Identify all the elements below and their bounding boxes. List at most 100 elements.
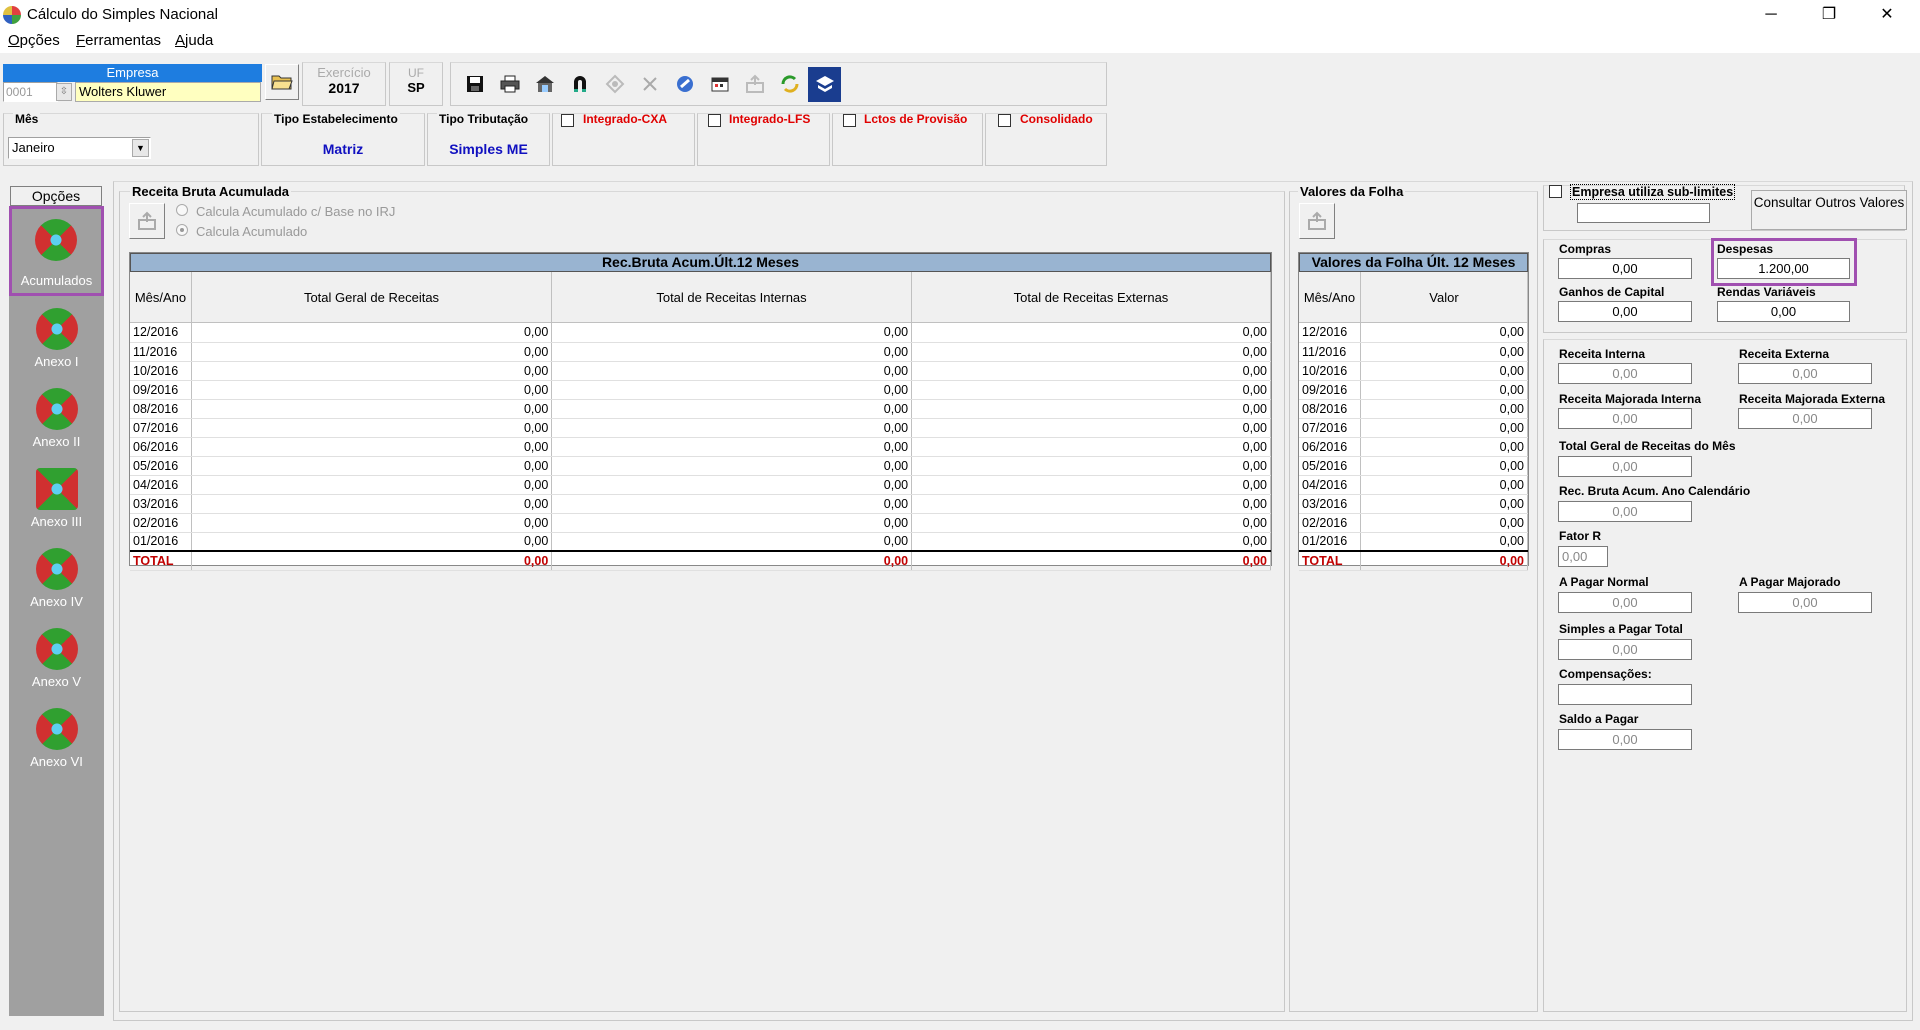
minimize-button[interactable]: ─ [1742,0,1800,29]
receita-export-button[interactable] [129,203,165,239]
print-button[interactable] [492,65,527,103]
folha-cell[interactable]: 12/2016 [1299,323,1362,343]
lock-button[interactable] [562,65,597,103]
receita-cell[interactable]: 0,00 [551,437,913,457]
empresa-name-field[interactable]: Wolters Kluwer [75,82,261,102]
sidebar-item-anexo-i[interactable]: Anexo I [9,300,104,378]
receita-cell[interactable]: 06/2016 [130,437,193,457]
receita-cell[interactable]: 01/2016 [130,532,193,552]
folha-cell[interactable]: 0,00 [1360,437,1528,457]
open-empresa-button[interactable] [265,64,299,100]
menu-opcoes[interactable]: Opções [8,32,60,49]
folha-cell[interactable]: 08/2016 [1299,399,1362,419]
rendas-variaveis-field[interactable]: 0,00 [1717,301,1850,322]
sidebar-item-anexo-vi[interactable]: Anexo VI [9,700,104,778]
receita-cell[interactable]: 10/2016 [130,361,193,381]
receita-cell[interactable]: 0,00 [551,323,913,343]
receita-cell[interactable]: 0,00 [191,532,553,552]
folha-export-button[interactable] [1299,203,1335,239]
receita-federal-button[interactable] [807,65,842,103]
folha-table-row[interactable]: 03/2016 0,00 [1299,494,1528,514]
folha-table-row[interactable]: 07/2016 0,00 [1299,418,1528,438]
folha-table-row[interactable]: 02/2016 0,00 [1299,513,1528,533]
folha-cell[interactable]: 0,00 [1360,361,1528,381]
receita-cell[interactable]: 0,00 [551,475,913,495]
receita-cell[interactable]: 07/2016 [130,418,193,438]
folha-table-row[interactable]: 09/2016 0,00 [1299,380,1528,400]
spinner-icon[interactable]: ⇳ [56,83,72,101]
receita-table-row[interactable]: 08/2016 0,00 0,00 0,00 [130,399,1271,419]
receita-majorada-externa-field[interactable]: 0,00 [1738,408,1872,429]
folha-cell[interactable]: 03/2016 [1299,494,1362,514]
folha-table-row[interactable]: 12/2016 0,00 [1299,323,1528,343]
folha-table-row[interactable]: 11/2016 0,00 [1299,342,1528,362]
consolidado-checkbox[interactable] [998,114,1011,127]
receita-cell[interactable]: 11/2016 [130,342,193,362]
sublimites-field[interactable] [1577,203,1710,223]
receita-cell[interactable]: 0,00 [191,323,553,343]
receita-cell[interactable]: 08/2016 [130,399,193,419]
receita-cell[interactable]: 0,00 [191,399,553,419]
receita-cell[interactable]: 0,00 [551,532,913,552]
receita-cell[interactable]: 0,00 [911,456,1271,476]
folha-cell[interactable]: 09/2016 [1299,380,1362,400]
receita-majorada-interna-field[interactable]: 0,00 [1558,408,1692,429]
receita-cell[interactable]: 0,00 [911,494,1271,514]
receita-table-row[interactable]: 02/2016 0,00 0,00 0,00 [130,513,1271,533]
sublimites-checkbox[interactable] [1549,185,1562,198]
receita-cell[interactable]: 0,00 [551,513,913,533]
folha-cell[interactable]: 0,00 [1360,513,1528,533]
receita-interna-field[interactable]: 0,00 [1558,363,1692,384]
receita-cell[interactable]: 09/2016 [130,380,193,400]
maximize-button[interactable]: ❐ [1800,0,1858,29]
receita-externa-field[interactable]: 0,00 [1738,363,1872,384]
receita-cell[interactable]: 0,00 [191,342,553,362]
calendar-button[interactable] [702,65,737,103]
folha-cell[interactable]: 0,00 [1360,494,1528,514]
folha-cell[interactable]: 07/2016 [1299,418,1362,438]
calculate-button[interactable] [527,65,562,103]
delete-button[interactable] [632,65,667,103]
folha-cell[interactable]: 0,00 [1360,380,1528,400]
receita-cell[interactable]: 0,00 [911,342,1271,362]
integrado-cxa-checkbox[interactable] [561,114,574,127]
simples-pagar-total-field[interactable]: 0,00 [1558,639,1692,660]
folha-cell[interactable]: 0,00 [1360,456,1528,476]
folha-cell[interactable]: 0,00 [1360,532,1528,552]
receita-cell[interactable]: 0,00 [911,380,1271,400]
receita-cell[interactable]: 0,00 [911,418,1271,438]
folha-cell[interactable]: 11/2016 [1299,342,1362,362]
compras-field[interactable]: 0,00 [1558,258,1692,279]
receita-cell[interactable]: 0,00 [191,437,553,457]
settings-button[interactable] [597,65,632,103]
receita-cell[interactable]: 0,00 [551,380,913,400]
rec-bruta-ano-field[interactable]: 0,00 [1558,501,1692,522]
receita-cell[interactable]: 0,00 [551,494,913,514]
receita-table-row[interactable]: 11/2016 0,00 0,00 0,00 [130,342,1271,362]
radio-base-irj[interactable] [176,204,188,216]
receita-cell[interactable]: 0,00 [191,456,553,476]
folha-table-row[interactable]: 01/2016 0,00 [1299,532,1528,552]
receita-cell[interactable]: 0,00 [551,456,913,476]
folha-cell[interactable]: 06/2016 [1299,437,1362,457]
folha-cell[interactable]: 05/2016 [1299,456,1362,476]
receita-cell[interactable]: 0,00 [911,399,1271,419]
receita-cell[interactable]: 0,00 [191,361,553,381]
sidebar-item-anexo-iv[interactable]: Anexo IV [9,540,104,618]
receita-table-row[interactable]: 03/2016 0,00 0,00 0,00 [130,494,1271,514]
receita-cell[interactable]: 0,00 [551,399,913,419]
receita-table-row[interactable]: 04/2016 0,00 0,00 0,00 [130,475,1271,495]
lctos-provisao-checkbox[interactable] [843,114,856,127]
receita-cell[interactable]: 0,00 [551,361,913,381]
folha-cell[interactable]: 0,00 [1360,399,1528,419]
radio-calcula-acumulado[interactable] [176,224,188,236]
folha-table-row[interactable]: 06/2016 0,00 [1299,437,1528,457]
compensacoes-field[interactable] [1558,684,1692,705]
receita-cell[interactable]: 03/2016 [130,494,193,514]
receita-cell[interactable]: 0,00 [191,513,553,533]
folha-cell[interactable]: 04/2016 [1299,475,1362,495]
sidebar-item-anexo-ii[interactable]: Anexo II [9,380,104,458]
folha-cell[interactable]: 01/2016 [1299,532,1362,552]
receita-cell[interactable]: 0,00 [191,475,553,495]
receita-table-row[interactable]: 07/2016 0,00 0,00 0,00 [130,418,1271,438]
